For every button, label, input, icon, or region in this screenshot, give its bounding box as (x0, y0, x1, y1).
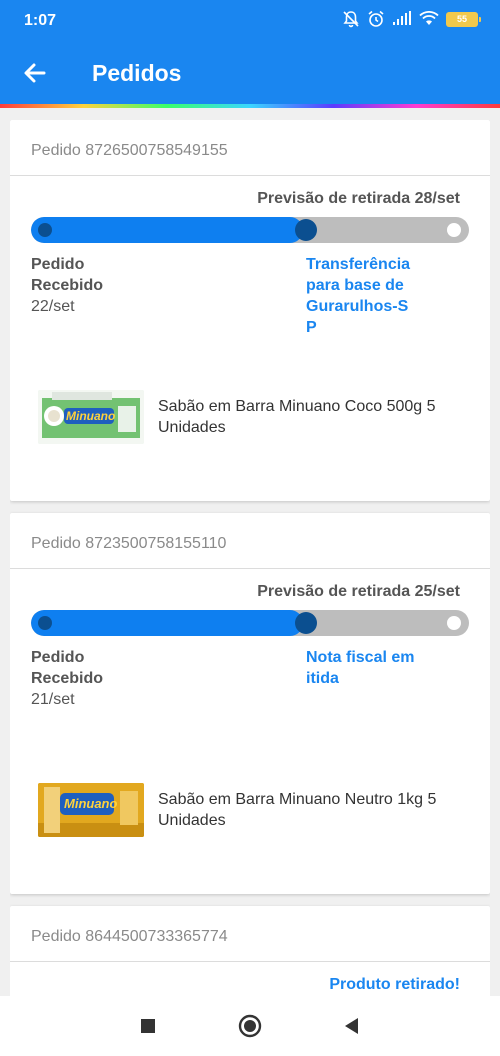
order-body: Previsão de retirada 25/set Pedido Receb… (10, 569, 490, 894)
stage-received-label: Pedido Recebido (31, 649, 104, 687)
product-item[interactable]: Minuano Sabão em Barra Minuano Neutro 1k… (38, 783, 478, 837)
progress-start-dot (38, 616, 52, 630)
stage-received: Pedido Recebido 21/set (31, 647, 151, 710)
page-title: Pedidos (92, 60, 182, 86)
orders-list[interactable]: Pedido 8726500758549155 Previsão de reti… (10, 120, 490, 996)
stage-received-label: Pedido Recebido (31, 256, 104, 294)
order-body: Previsão de retirada 28/set Pedido Receb… (10, 176, 490, 501)
progress-fill (31, 217, 303, 243)
stage-current-label: Transferência para base de Gurarulhos-SP (306, 256, 411, 336)
progress-fill (31, 610, 303, 636)
product-image: Minuano (38, 390, 144, 444)
wifi-icon (419, 11, 439, 27)
home-icon[interactable] (238, 1014, 262, 1038)
order-header: Pedido 8644500733365774 (10, 906, 490, 962)
product-item[interactable]: Minuano Sabão em Barra Minuano Coco 500g… (38, 390, 478, 444)
order-card[interactable]: Pedido 8644500733365774 Produto retirado… (10, 906, 490, 996)
order-header: Pedido 8726500758549155 (10, 120, 490, 176)
product-name: Sabão em Barra Minuano Coco 500g 5 Unida… (158, 398, 436, 436)
progress-track (31, 610, 469, 636)
pickup-forecast: Previsão de retirada 25/set (257, 583, 460, 600)
product-brand: Minuano (64, 796, 118, 811)
recent-apps-icon[interactable] (136, 1014, 160, 1038)
status-icons: 55 (342, 10, 481, 28)
order-card[interactable]: Pedido 8723500758155110 Previsão de reti… (10, 513, 490, 894)
progress-start-dot (38, 223, 52, 237)
stage-received-date: 21/set (31, 691, 75, 708)
order-card[interactable]: Pedido 8726500758549155 Previsão de reti… (10, 120, 490, 501)
order-header: Pedido 8723500758155110 (10, 513, 490, 569)
header-gradient-strip (0, 104, 500, 108)
mute-notification-icon (342, 10, 360, 28)
stage-received-date: 22/set (31, 298, 75, 315)
alarm-icon (367, 10, 385, 28)
product-image: Minuano (38, 783, 144, 837)
stage-received: Pedido Recebido 22/set (31, 254, 151, 317)
status-time: 1:07 (24, 12, 57, 29)
progress-end-dot (447, 616, 461, 630)
product-name: Sabão em Barra Minuano Neutro 1kg 5 Unid… (158, 791, 437, 829)
status-bar: 1:07 55 (0, 0, 500, 40)
back-triangle-icon[interactable] (340, 1014, 364, 1038)
order-body: Produto retirado! (10, 962, 490, 996)
progress-end-dot (447, 223, 461, 237)
signal-icon (392, 11, 412, 27)
product-brand: Minuano (66, 409, 116, 423)
arrow-back-icon[interactable] (20, 58, 50, 88)
system-nav-bar (0, 996, 500, 1056)
stage-current-label: Nota fiscal emitida (306, 649, 415, 687)
progress-current-dot (295, 219, 317, 241)
progress-current-dot (295, 612, 317, 634)
battery-icon: 55 (446, 11, 481, 27)
pickup-status: Produto retirado! (329, 976, 460, 993)
progress-track (31, 217, 469, 243)
app-bar: Pedidos (0, 40, 500, 104)
pickup-forecast: Previsão de retirada 28/set (257, 190, 460, 207)
